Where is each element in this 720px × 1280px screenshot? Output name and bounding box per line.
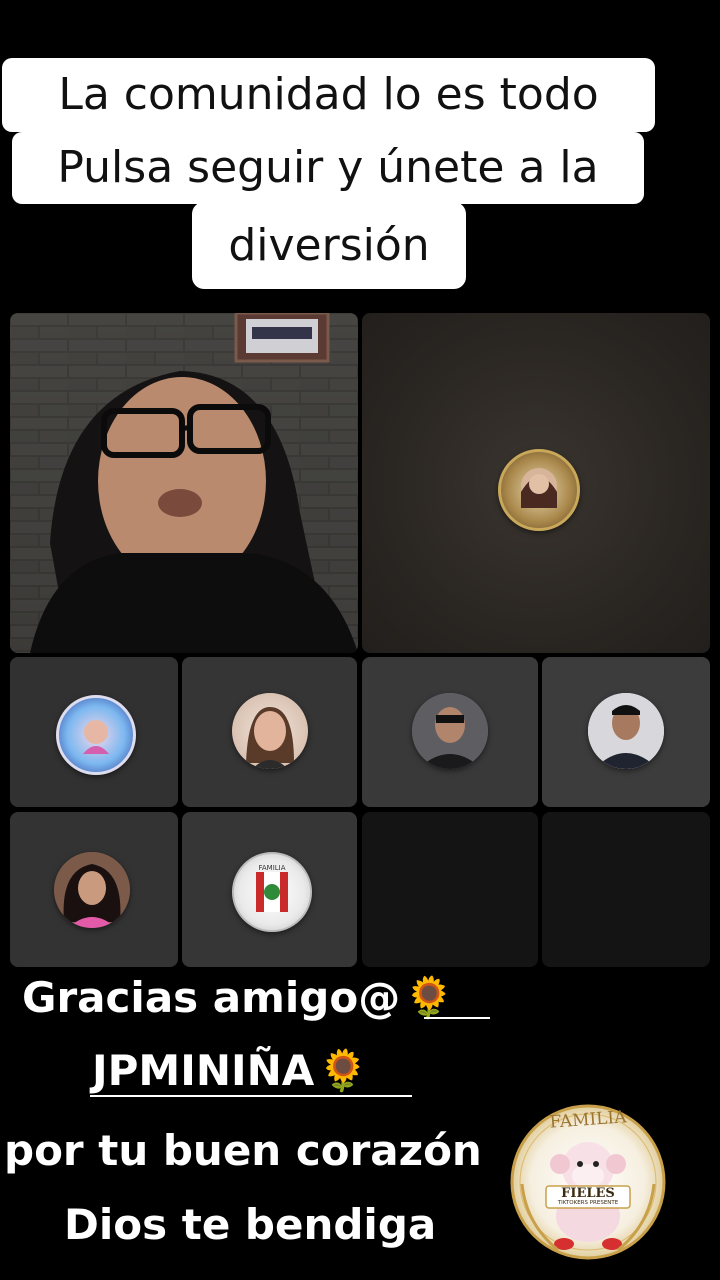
sunflower-icon: 🌻	[404, 974, 455, 1021]
caption-line-3-text: por tu buen corazón	[4, 1125, 482, 1175]
avatar-art	[83, 720, 109, 754]
participant-avatar	[56, 695, 136, 775]
logo-middle-text: FIELES	[561, 1186, 615, 1201]
host-tile[interactable]	[362, 313, 710, 653]
avatar-art	[246, 707, 294, 769]
host-badge-art	[521, 468, 557, 508]
banner-line-1-text: La comunidad lo es todo	[58, 69, 599, 120]
empty-tile-1	[362, 812, 538, 967]
avatar-art: FAMILIA	[256, 864, 288, 912]
host-avatar	[498, 449, 580, 531]
svg-text:FAMILIA: FAMILIA	[258, 864, 285, 872]
caption-line-2-text: JPMINIÑA	[92, 1045, 315, 1095]
banner-line-1: La comunidad lo es todo	[2, 58, 655, 132]
avatar-art	[588, 693, 664, 769]
caption-line-1: Gracias amigo@ 🌻	[22, 965, 454, 1029]
main-camera-tile[interactable]	[10, 313, 358, 653]
banner-line-2: Pulsa seguir y únete a la	[12, 132, 644, 204]
caption-line-4-text: Dios te bendiga	[64, 1199, 437, 1249]
banner-line-2-text: Pulsa seguir y únete a la	[57, 142, 599, 193]
participant-tile-3[interactable]	[362, 657, 538, 807]
caption-line-3: por tu buen corazón	[4, 1118, 482, 1182]
caption-line-1-text: Gracias amigo@	[22, 972, 401, 1022]
sunflower-icon: 🌻	[318, 1047, 369, 1094]
avatar-art	[54, 852, 130, 928]
participant-avatar	[588, 693, 664, 769]
caption-underline-1	[424, 1017, 490, 1019]
familia-fieles-logo: FAMILIA FIELES TIKTOKERS PRESENTE	[508, 1104, 668, 1260]
participant-avatar	[232, 693, 308, 769]
banner-line-3-text: diversión	[228, 219, 430, 271]
empty-tile-2	[542, 812, 710, 967]
participant-avatar	[412, 693, 488, 769]
camera-feed	[10, 313, 358, 653]
caption-underline-2	[90, 1095, 412, 1097]
participant-tile-1[interactable]	[10, 657, 178, 807]
caption-line-2: JPMINIÑA 🌻	[92, 1038, 368, 1102]
participant-tile-6[interactable]: FAMILIA	[182, 812, 357, 967]
banner-line-3: diversión	[192, 202, 466, 289]
avatar-art	[412, 693, 488, 769]
caption-line-4: Dios te bendiga	[64, 1192, 436, 1256]
logo-bottom-text: TIKTOKERS PRESENTE	[557, 1200, 619, 1206]
participant-tile-2[interactable]	[182, 657, 357, 807]
participant-avatar: FAMILIA	[232, 852, 312, 932]
participant-avatar	[54, 852, 130, 928]
participant-tile-4[interactable]	[542, 657, 710, 807]
participant-tile-5[interactable]	[10, 812, 178, 967]
